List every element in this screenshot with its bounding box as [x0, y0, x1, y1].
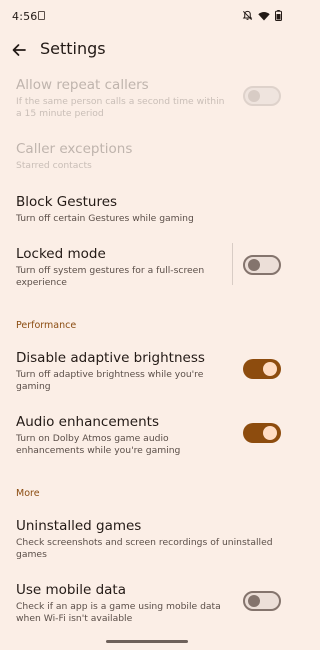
- locked-mode-title: Locked mode: [16, 246, 106, 262]
- status-time: 4:56: [12, 10, 38, 23]
- notifications-off-icon: [242, 10, 253, 21]
- allow-repeat-callers-toggle: [243, 86, 281, 106]
- adaptive-brightness-title: Disable adaptive brightness: [16, 350, 205, 366]
- gesture-nav-handle[interactable]: [106, 640, 188, 643]
- allow-repeat-callers-subtitle: If the same person calls a second time w…: [16, 96, 225, 119]
- audio-enhancements-title: Audio enhancements: [16, 414, 159, 430]
- caller-exceptions-item: Caller exceptions Starred contacts: [16, 140, 278, 172]
- page-title: Settings: [40, 39, 106, 58]
- uninstalled-games-title: Uninstalled games: [16, 518, 142, 534]
- mobile-data-item[interactable]: Use mobile data Check if an app is a gam…: [16, 581, 231, 625]
- allow-repeat-callers-title: Allow repeat callers: [16, 77, 149, 93]
- block-gestures-subtitle: Turn off certain Gestures while gaming: [16, 213, 194, 224]
- block-gestures-title: Block Gestures: [16, 194, 118, 210]
- mobile-data-title: Use mobile data: [16, 582, 126, 598]
- uninstalled-games-item[interactable]: Uninstalled games Check screenshots and …: [16, 517, 278, 561]
- allow-repeat-callers-item: Allow repeat callers If the same person …: [16, 76, 278, 120]
- adaptive-brightness-toggle[interactable]: [243, 359, 281, 379]
- locked-mode-subtitle: Turn off system gestures for a full-scre…: [16, 265, 205, 288]
- wifi-icon: [258, 11, 270, 21]
- app-bar: Settings: [0, 34, 293, 68]
- scroll-fade: [0, 68, 293, 74]
- uninstalled-games-subtitle: Check screenshots and screen recordings …: [16, 537, 273, 560]
- locked-mode-divider: [232, 243, 233, 285]
- block-gestures-item[interactable]: Block Gestures Turn off certain Gestures…: [16, 193, 278, 225]
- sim-card-icon: [38, 11, 45, 20]
- adaptive-brightness-item[interactable]: Disable adaptive brightness Turn off ada…: [16, 349, 231, 393]
- locked-mode-item[interactable]: Locked mode Turn off system gestures for…: [16, 245, 221, 289]
- caller-exceptions-subtitle: Starred contacts: [16, 160, 92, 171]
- caller-exceptions-title: Caller exceptions: [16, 141, 133, 157]
- section-header-more: More: [16, 488, 40, 499]
- audio-enhancements-toggle[interactable]: [243, 423, 281, 443]
- audio-enhancements-item[interactable]: Audio enhancements Turn on Dolby Atmos g…: [16, 413, 231, 457]
- locked-mode-toggle[interactable]: [243, 255, 281, 275]
- section-header-performance: Performance: [16, 320, 77, 331]
- mobile-data-subtitle: Check if an app is a game using mobile d…: [16, 601, 221, 624]
- mobile-data-toggle[interactable]: [243, 591, 281, 611]
- audio-enhancements-subtitle: Turn on Dolby Atmos game audio enhanceme…: [16, 433, 181, 456]
- back-arrow-icon[interactable]: [10, 41, 30, 61]
- status-icons: [242, 10, 282, 21]
- battery-icon: [275, 10, 282, 21]
- adaptive-brightness-subtitle: Turn off adaptive brightness while you'r…: [16, 369, 204, 392]
- status-bar: 4:56: [0, 0, 293, 34]
